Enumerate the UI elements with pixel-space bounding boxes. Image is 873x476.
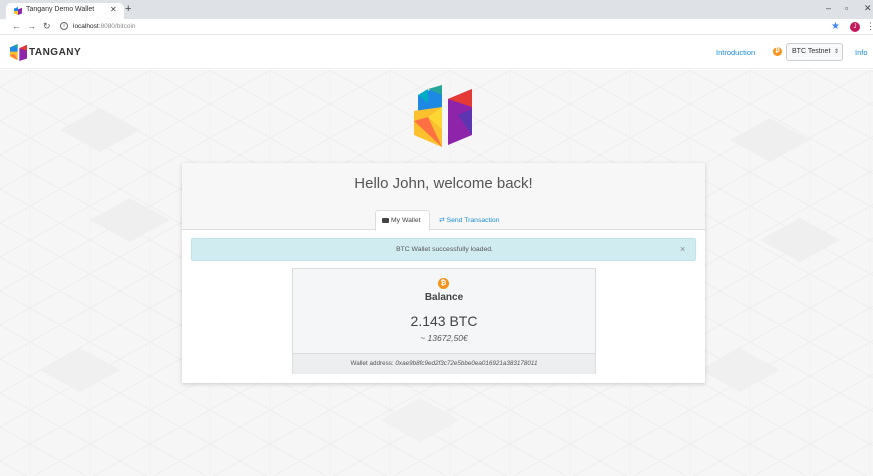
network-select[interactable]: BTC Testnet ⇕: [786, 43, 843, 61]
exchange-arrows-icon: ⇄: [439, 217, 445, 224]
app-navbar: TANGANY Introduction ₿ BTC Testnet ⇕ Inf…: [0, 36, 873, 69]
wallet-address-row: Wallet address: 0xae9b8fc9ed2f3c72e5bbe0…: [293, 353, 595, 374]
wallet-card: Hello John, welcome back! My Wallet ⇄ Se…: [182, 163, 705, 383]
kebab-icon[interactable]: ⋮: [866, 21, 873, 32]
tangany-logo-icon[interactable]: [10, 44, 27, 61]
network-select-value: BTC Testnet: [792, 48, 831, 55]
wallet-icon: [382, 217, 389, 223]
address-bar: ← → ↻ i localhost:8080/bitcoin ★ J ⋮: [0, 19, 873, 35]
close-icon[interactable]: ×: [680, 244, 685, 254]
tangany-large-logo-icon: [414, 85, 472, 147]
url-host: localhost: [73, 23, 99, 30]
nav-link-info[interactable]: Info: [855, 48, 868, 57]
tab-send-transaction-label: Send Transaction: [446, 217, 500, 224]
url-path: :8080/bitcoin: [98, 23, 136, 30]
tangany-favicon-icon: [14, 7, 22, 15]
restore-icon[interactable]: ▫: [845, 3, 848, 13]
avatar[interactable]: J: [850, 22, 860, 32]
browser-tab-bar: Tangany Demo Wallet ✕ + – ▫ ✕: [0, 0, 873, 19]
bitcoin-icon: ₿: [438, 278, 449, 289]
success-alert: BTC Wallet successfully loaded. ×: [191, 238, 696, 261]
info-icon[interactable]: i: [60, 22, 68, 30]
balance-value: 2.143 BTC: [410, 313, 478, 329]
select-caret-icon: ⇕: [834, 49, 840, 55]
nav-link-introduction[interactable]: Introduction: [716, 48, 755, 57]
reload-icon[interactable]: ↻: [43, 21, 51, 32]
tab-title: Tangany Demo Wallet: [26, 6, 95, 13]
wallet-address[interactable]: 0xae9b8fc9ed2f3c72e5bbe0ea016921a3831780…: [395, 360, 537, 367]
bitcoin-icon: ₿: [773, 47, 782, 56]
welcome-heading: Hello John, welcome back!: [354, 175, 533, 192]
minimize-icon[interactable]: –: [826, 3, 831, 13]
tab-send-transaction[interactable]: ⇄ Send Transaction: [439, 216, 500, 224]
alert-message: BTC Wallet successfully loaded.: [396, 246, 493, 253]
browser-tab[interactable]: Tangany Demo Wallet ✕: [6, 3, 124, 19]
star-icon[interactable]: ★: [831, 21, 840, 32]
balance-label: Balance: [424, 292, 464, 303]
back-arrow-icon[interactable]: ←: [12, 21, 21, 31]
card-header: Hello John, welcome back! My Wallet ⇄ Se…: [182, 163, 705, 231]
close-icon[interactable]: ✕: [110, 5, 117, 14]
balance-panel: ₿ Balance 2.143 BTC ~ 13672,50€ Wallet a…: [292, 268, 596, 374]
balance-eur-value: ~ 13672,50€: [420, 333, 468, 343]
brand-name[interactable]: TANGANY: [29, 47, 81, 58]
tab-my-wallet-label: My Wallet: [391, 217, 421, 224]
wallet-address-label: Wallet address:: [350, 360, 394, 367]
tab-my-wallet[interactable]: My Wallet: [375, 210, 430, 231]
plus-icon[interactable]: +: [125, 3, 131, 15]
url-field[interactable]: localhost:8080/bitcoin: [73, 23, 136, 30]
window-close-icon[interactable]: ✕: [864, 3, 872, 14]
forward-arrow-icon[interactable]: →: [27, 21, 36, 31]
